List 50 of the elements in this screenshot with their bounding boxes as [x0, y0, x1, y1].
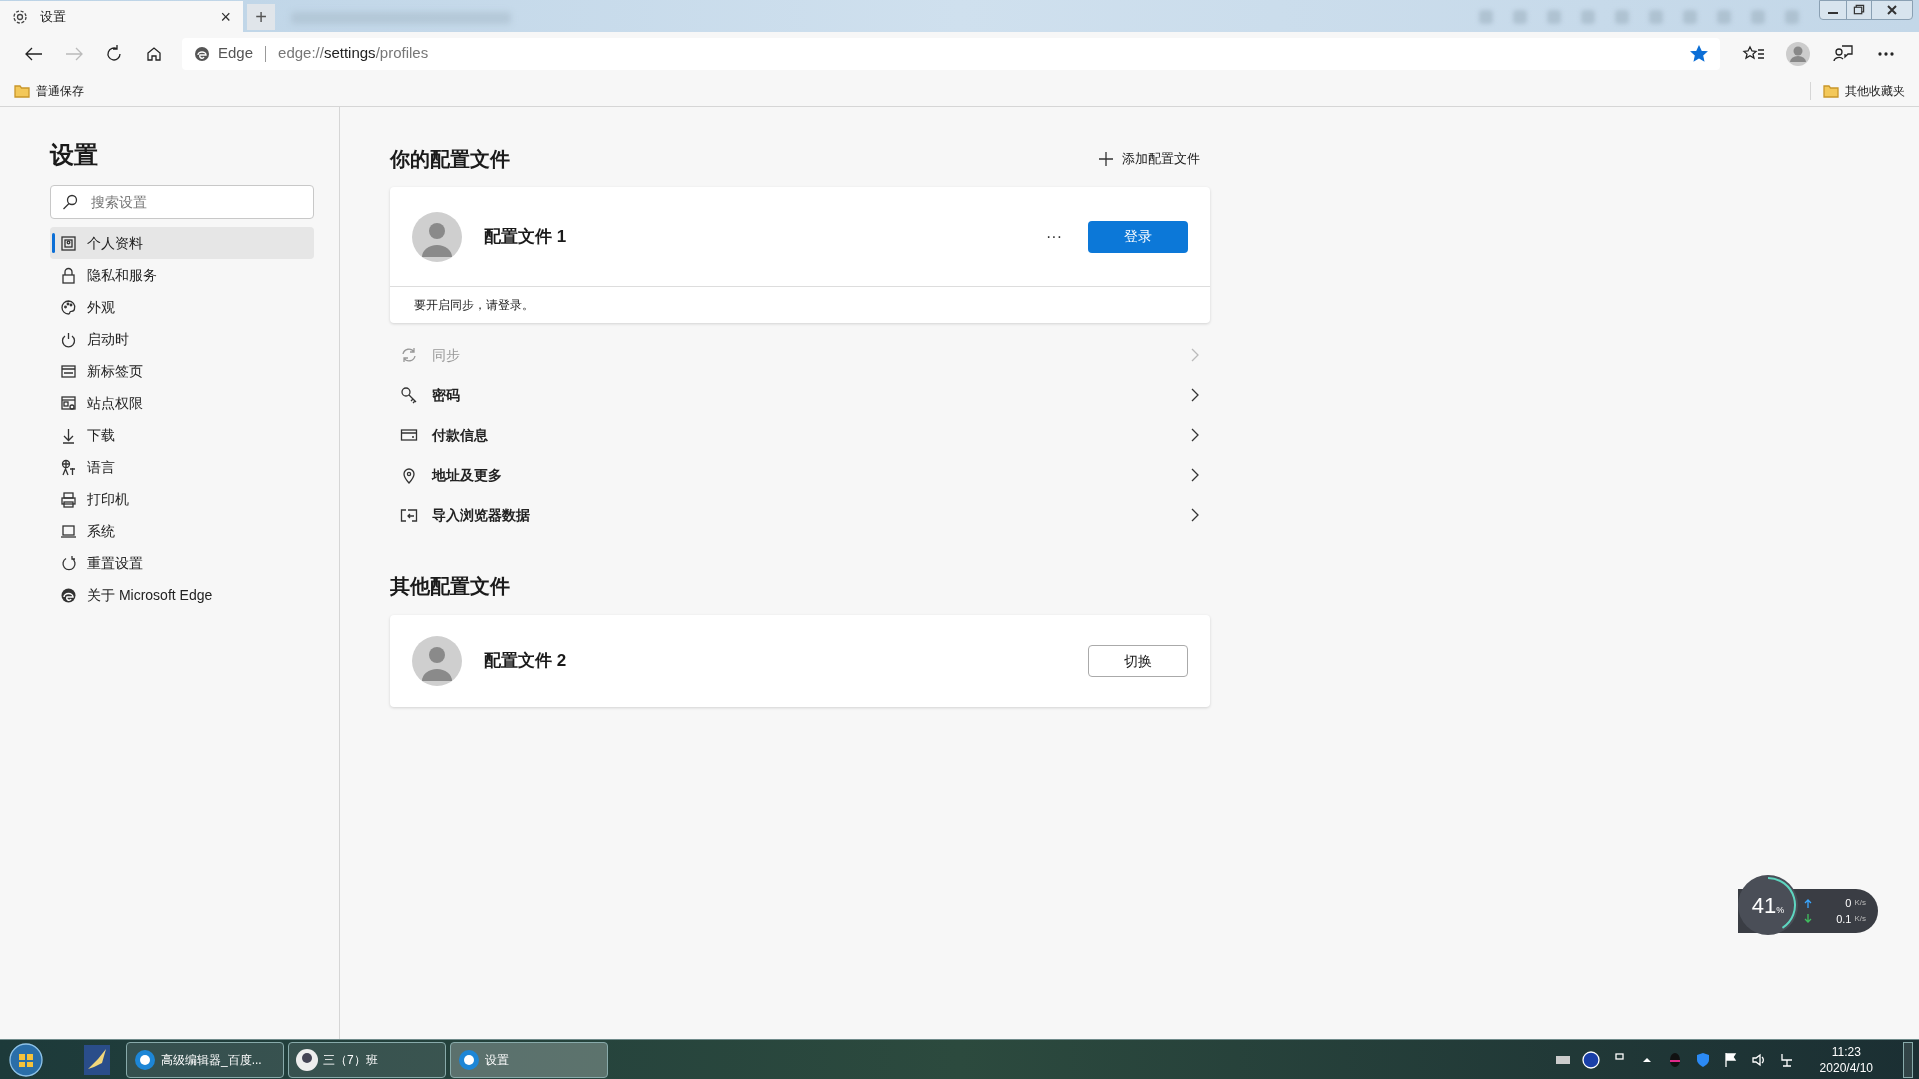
sidebar-item[interactable]: 打印机: [50, 483, 314, 515]
settings-row[interactable]: 地址及更多: [390, 455, 1210, 495]
sidebar-item[interactable]: 启动时: [50, 323, 314, 355]
clock-time: 11:23: [1831, 1043, 1861, 1060]
tab-title: 设置: [40, 7, 67, 26]
sidebar-item[interactable]: 个人资料: [50, 227, 314, 259]
section-title: 其他配置文件: [390, 574, 511, 599]
add-profile-button[interactable]: 添加配置文件: [1098, 149, 1210, 169]
gauge-percent: 41: [1751, 891, 1777, 920]
clock[interactable]: 11:23 2020/4/10: [1819, 1043, 1873, 1076]
taskbar-window-button[interactable]: 高级编辑器_百度...: [126, 1041, 284, 1078]
sync-note: 要开启同步，请登录。: [413, 297, 535, 314]
settings-row[interactable]: 密码: [390, 375, 1210, 415]
sign-in-button[interactable]: 登录: [1088, 220, 1188, 253]
settings-row[interactable]: 导入浏览器数据: [390, 495, 1210, 535]
bookmark-label: 普通保存: [36, 82, 84, 100]
settings-row[interactable]: 付款信息: [390, 415, 1210, 455]
sidebar-item[interactable]: 外观: [50, 291, 314, 323]
taskbar-window-button[interactable]: 三（7）班: [288, 1041, 446, 1078]
url-text: edge://settings/profiles: [278, 43, 429, 64]
sidebar-item[interactable]: 重置设置: [50, 547, 314, 579]
address-field[interactable]: Edge edge://settings/profiles: [182, 37, 1720, 70]
speed-value: 0: [1845, 895, 1852, 911]
close-tab-button[interactable]: ×: [220, 7, 231, 26]
sidebar-item[interactable]: 系统: [50, 515, 314, 547]
search-field[interactable]: 搜索设置: [50, 185, 314, 219]
taskbar-window-button[interactable]: 设置: [450, 1041, 608, 1078]
bookmark-folder[interactable]: 其他收藏夹: [1810, 81, 1905, 100]
sidebar-item[interactable]: 站点权限: [50, 387, 314, 419]
switch-button[interactable]: 切换: [1088, 645, 1188, 677]
speed-value: 0.1: [1836, 912, 1852, 927]
sidebar-item[interactable]: 下载: [50, 419, 314, 451]
new-tab-button[interactable]: +: [247, 4, 275, 30]
sidebar-item[interactable]: 隐私和服务: [50, 259, 314, 291]
section-title: 你的配置文件: [390, 147, 510, 172]
sidebar-item[interactable]: 语言: [50, 451, 314, 483]
sidebar-title: 设置: [50, 140, 99, 170]
browser-tab[interactable]: 设置 ×: [0, 1, 243, 32]
bookmark-label: 其他收藏夹: [1845, 82, 1905, 100]
more-button[interactable]: ···: [1046, 224, 1062, 249]
clock-date: 2020/4/10: [1819, 1059, 1873, 1076]
speed-unit: K/s: [1854, 913, 1866, 926]
site-label: Edge: [218, 43, 254, 64]
profile-name: 配置文件 1: [484, 225, 568, 248]
bookmark-folder[interactable]: 普通保存: [14, 81, 84, 100]
sidebar-item[interactable]: 新标签页: [50, 355, 314, 387]
speed-unit: K/s: [1854, 896, 1866, 909]
sidebar-item[interactable]: 关于 Microsoft Edge: [50, 579, 314, 611]
percent-sign: %: [1776, 904, 1785, 917]
profile-name: 配置文件 2: [484, 650, 568, 673]
